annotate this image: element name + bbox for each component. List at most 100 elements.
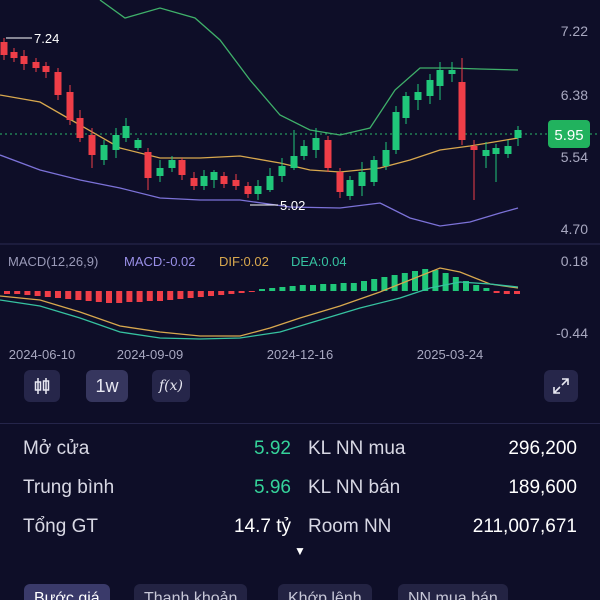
dif-value: DIF:0.02 xyxy=(219,254,269,269)
candle-down xyxy=(20,56,28,64)
macd-bar-positive xyxy=(320,284,327,291)
candle-up xyxy=(426,80,434,96)
candle-up xyxy=(312,138,320,150)
candle-up xyxy=(358,172,366,186)
candle-down xyxy=(32,62,40,68)
macd-bar-positive xyxy=(422,269,429,291)
macd-bar-negative xyxy=(514,291,520,294)
macd-bar-positive xyxy=(340,283,347,291)
high-price-label: 7.24 xyxy=(34,31,59,46)
candle-up xyxy=(100,145,108,160)
open-label: Mở cửa xyxy=(23,438,90,459)
macd-bar-negative xyxy=(187,291,194,298)
date-label: 2024-12-16 xyxy=(267,347,334,362)
candle-down xyxy=(244,186,252,194)
macd-value: MACD:-0.02 xyxy=(124,254,196,269)
macd-bar-negative xyxy=(75,291,82,300)
candle-down xyxy=(0,42,8,55)
macd-bar-positive xyxy=(299,285,306,291)
macd-bar-positive xyxy=(371,279,378,291)
chart-type-button[interactable] xyxy=(24,370,60,402)
candle-down xyxy=(336,172,344,192)
stats-row: Tổng GT 14.7 tỷ Room NN 211,007,671 xyxy=(0,516,600,546)
candle-up xyxy=(278,166,286,176)
candle-down xyxy=(54,72,62,95)
macd-bar-positive xyxy=(259,289,265,291)
macd-bar-negative xyxy=(157,291,163,301)
price-tick: 7.22 xyxy=(561,23,588,39)
candle-down xyxy=(144,152,152,178)
average-label: Trung bình xyxy=(23,477,115,498)
stats-row: Trung bình 5.96 KL NN bán 189,600 xyxy=(0,477,600,507)
macd-bar-positive xyxy=(412,271,418,291)
candle-up xyxy=(504,146,512,154)
section-divider xyxy=(0,423,600,424)
macd-bar-negative xyxy=(503,291,510,294)
tab-price-step[interactable]: Bước giá xyxy=(24,584,110,600)
macd-bar-negative xyxy=(106,291,112,303)
foreign-buy-value: 296,200 xyxy=(508,438,577,459)
macd-bar-negative xyxy=(116,291,123,303)
candle-down xyxy=(232,180,240,186)
foreign-sell-value: 189,600 xyxy=(508,477,577,498)
price-chart[interactable]: 7.22 6.38 5.54 4.70 5.95 7.24 5.02 MACD(… xyxy=(0,0,600,370)
macd-bar-negative xyxy=(24,291,31,295)
expand-stats-button[interactable]: ▼ xyxy=(294,544,306,558)
foreign-room-label: Room NN xyxy=(308,516,392,537)
candle-up xyxy=(254,186,262,194)
macd-bar-positive xyxy=(473,285,480,291)
detail-tabs: Bước giá Thanh khoản Khớp lệnh NN mua bá… xyxy=(0,584,600,600)
candle-up xyxy=(122,126,130,138)
macd-bar-negative xyxy=(238,291,245,293)
caret-down-icon: ▼ xyxy=(294,544,306,558)
dea-value: DEA:0.04 xyxy=(291,254,347,269)
dif-line xyxy=(0,267,519,337)
candle-up xyxy=(300,146,308,156)
tab-matched-orders[interactable]: Khớp lệnh xyxy=(278,584,372,600)
candle-down xyxy=(88,135,96,155)
macd-bar-positive xyxy=(350,283,357,291)
tab-liquidity[interactable]: Thanh khoản xyxy=(134,584,248,600)
macd-bar-negative xyxy=(197,291,204,297)
candle-down xyxy=(66,92,74,120)
open-value: 5.92 xyxy=(254,438,291,459)
macd-bar-negative xyxy=(44,291,51,297)
macd-bar-negative xyxy=(126,291,133,302)
interval-button[interactable]: 1w xyxy=(86,370,128,402)
candle-up xyxy=(514,130,522,138)
average-value: 5.96 xyxy=(254,477,291,498)
macd-bar-negative xyxy=(55,291,61,298)
macd-bar-positive xyxy=(269,288,276,291)
candle-down xyxy=(10,52,18,58)
foreign-sell-label: KL NN bán xyxy=(308,477,401,498)
candle-up xyxy=(156,168,164,176)
date-label: 2024-06-10 xyxy=(9,347,76,362)
candle-down xyxy=(76,118,84,138)
candle-up xyxy=(134,140,142,148)
candle-up xyxy=(402,96,410,118)
macd-bar-positive xyxy=(391,275,398,291)
macd-bar-negative xyxy=(493,291,500,293)
candle-up xyxy=(492,148,500,154)
candlestick-icon xyxy=(34,377,50,395)
tab-foreign-trading[interactable]: NN mua bán xyxy=(398,584,508,600)
macd-bar-negative xyxy=(167,291,174,300)
macd-bar-negative xyxy=(146,291,153,301)
macd-bar-positive xyxy=(442,273,449,291)
candle-down xyxy=(220,176,228,184)
candle-up xyxy=(414,92,422,100)
candle-up xyxy=(112,135,120,150)
foreign-room-value: 211,007,671 xyxy=(472,516,577,537)
macd-tick: 0.18 xyxy=(561,253,588,269)
macd-bar-negative xyxy=(248,291,255,292)
candle-up xyxy=(266,176,274,190)
price-tick: 6.38 xyxy=(561,87,588,103)
expand-icon xyxy=(553,378,569,394)
price-tick: 5.54 xyxy=(561,149,588,165)
indicator-button[interactable]: f(x) xyxy=(152,370,190,402)
candle-down xyxy=(324,140,332,168)
expand-button[interactable] xyxy=(544,370,578,402)
macd-bar-negative xyxy=(136,291,143,302)
macd-bar-negative xyxy=(65,291,72,299)
macd-bar-positive xyxy=(279,287,286,291)
